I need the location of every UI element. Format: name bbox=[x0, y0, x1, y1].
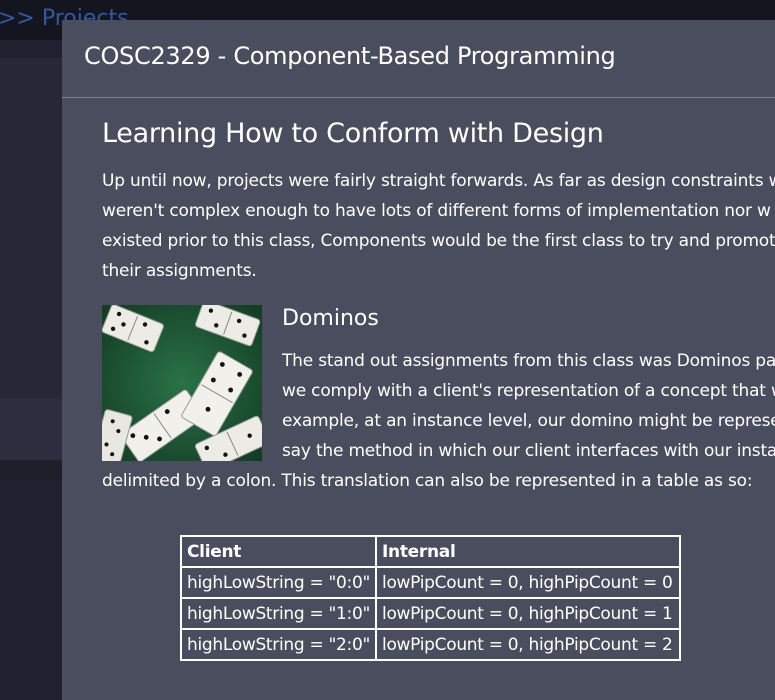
client-internal-table: Client Internal highLowString = "0:0" lo… bbox=[179, 535, 682, 661]
paragraph-line: say the method in which our client inter… bbox=[282, 441, 775, 461]
paragraph-line: their assignments. bbox=[102, 261, 257, 281]
column-header-internal: Internal bbox=[375, 535, 682, 568]
paragraph-line: we comply with a client's representation… bbox=[282, 381, 775, 401]
section-heading: Learning How to Conform with Design bbox=[102, 118, 604, 149]
paragraph-line: example, at an instance level, our domin… bbox=[282, 411, 775, 431]
project-modal: COSC2329 - Component-Based Programming L… bbox=[62, 20, 775, 700]
table-cell: lowPipCount = 0, highPipCount = 0 bbox=[375, 566, 682, 599]
table-header-row: Client Internal bbox=[179, 535, 682, 568]
column-header-client: Client bbox=[179, 535, 378, 568]
domino-photo bbox=[102, 305, 262, 461]
table-row: highLowString = "2:0" lowPipCount = 0, h… bbox=[179, 628, 682, 661]
dominos-paragraph: The stand out assignments from this clas… bbox=[282, 346, 775, 466]
paragraph-line: weren't complex enough to have lots of d… bbox=[102, 201, 771, 221]
dominos-heading: Dominos bbox=[282, 306, 379, 331]
modal-title: COSC2329 - Component-Based Programming bbox=[84, 42, 616, 70]
table-cell: highLowString = "0:0" bbox=[179, 566, 378, 599]
background-panel-strip bbox=[0, 398, 62, 460]
table-cell: highLowString = "1:0" bbox=[179, 597, 378, 630]
paragraph-line: delimited by a colon. This translation c… bbox=[102, 471, 753, 491]
modal-header: COSC2329 - Component-Based Programming bbox=[62, 20, 775, 98]
paragraph-line: Up until now, projects were fairly strai… bbox=[102, 171, 775, 191]
domino-illustration bbox=[102, 305, 262, 461]
background-panel-edge bbox=[0, 460, 62, 480]
table-cell: highLowString = "2:0" bbox=[179, 628, 378, 661]
table-row: highLowString = "1:0" lowPipCount = 0, h… bbox=[179, 597, 682, 630]
table-cell: lowPipCount = 0, highPipCount = 2 bbox=[375, 628, 682, 661]
paragraph-line: existed prior to this class, Components … bbox=[102, 231, 775, 251]
intro-paragraph: Up until now, projects were fairly strai… bbox=[102, 166, 775, 286]
paragraph-line: The stand out assignments from this clas… bbox=[282, 351, 775, 371]
table-cell: lowPipCount = 0, highPipCount = 1 bbox=[375, 597, 682, 630]
table-row: highLowString = "0:0" lowPipCount = 0, h… bbox=[179, 566, 682, 599]
